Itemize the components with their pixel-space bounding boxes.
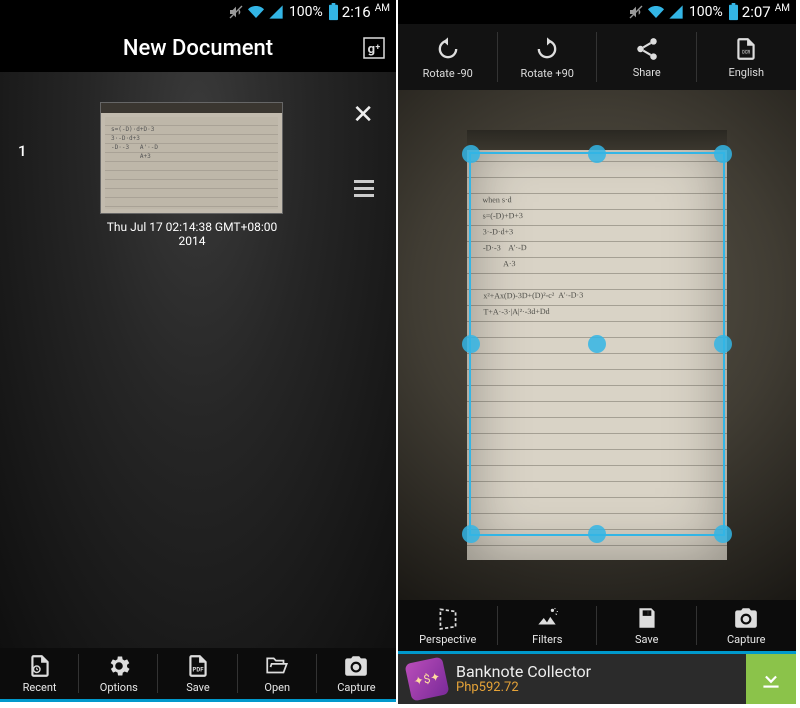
save-label: Save bbox=[635, 633, 659, 646]
status-bar: 100% 2:07 AM bbox=[398, 0, 796, 24]
thumbnail-caption: Thu Jul 17 02:14:38 GMT+08:00 2014 bbox=[92, 220, 292, 248]
floppy-icon bbox=[634, 605, 660, 631]
rotate-minus-90-button[interactable]: Rotate -90 bbox=[398, 24, 498, 90]
ocr-icon: OCR bbox=[733, 36, 759, 62]
ad-price: Php592.72 bbox=[456, 680, 746, 695]
mute-icon bbox=[628, 4, 644, 20]
close-icon[interactable]: ✕ bbox=[352, 102, 374, 128]
folder-open-icon bbox=[264, 653, 290, 679]
capture-label: Capture bbox=[727, 633, 765, 646]
camera-icon bbox=[343, 653, 369, 679]
phone-screen-right: 100% 2:07 AM Rotate -90 Rotate +90 Share… bbox=[398, 0, 796, 706]
svg-text:PDF: PDF bbox=[193, 666, 205, 673]
wifi-icon bbox=[247, 4, 265, 20]
clock-ampm: AM bbox=[375, 3, 390, 14]
bottom-toolbar: Recent Options PDF Save Open Capture bbox=[0, 648, 396, 702]
crop-handle-tc[interactable] bbox=[588, 145, 606, 163]
battery-icon bbox=[728, 3, 739, 21]
menu-icon[interactable] bbox=[354, 180, 374, 197]
rotate-plus-90-button[interactable]: Rotate +90 bbox=[498, 24, 598, 90]
battery-icon bbox=[328, 3, 339, 21]
page-title: New Document bbox=[123, 36, 273, 61]
recent-label: Recent bbox=[23, 681, 57, 694]
recent-icon bbox=[27, 653, 53, 679]
open-button[interactable]: Open bbox=[238, 648, 317, 699]
open-label: Open bbox=[264, 681, 290, 694]
language-button[interactable]: OCR English bbox=[697, 24, 797, 90]
battery-percent: 100% bbox=[289, 4, 323, 20]
crop-handle-ml[interactable] bbox=[462, 335, 480, 353]
thumbnail-image[interactable]: s=(-D)·d+D·33·-D·d+3-D·-3 A'·-D A+3 bbox=[100, 102, 283, 214]
clock-time: 2:07 bbox=[742, 3, 771, 21]
clock-ampm: AM bbox=[775, 3, 790, 14]
recent-button[interactable]: Recent bbox=[0, 648, 79, 699]
share-icon bbox=[634, 36, 660, 62]
rotate-ccw-icon bbox=[434, 35, 462, 63]
save-label: Save bbox=[186, 681, 210, 694]
page-number: 1 bbox=[18, 142, 27, 160]
save-button[interactable]: PDF Save bbox=[158, 648, 237, 699]
wifi-icon bbox=[647, 4, 665, 20]
crop-handle-bc[interactable] bbox=[588, 525, 606, 543]
crop-handle-tr[interactable] bbox=[714, 145, 732, 163]
svg-text:OCR: OCR bbox=[742, 50, 751, 55]
options-label: Options bbox=[100, 681, 138, 694]
ad-app-icon: ✦$✦ bbox=[404, 656, 449, 701]
crop-canvas[interactable]: when s·ds=(-D)+D+33·-D·d+3-D·-3 A'·-D A·… bbox=[398, 90, 796, 600]
signal-icon bbox=[268, 4, 284, 20]
capture-button[interactable]: Capture bbox=[697, 600, 797, 651]
top-toolbar: Rotate -90 Rotate +90 Share OCR English bbox=[398, 24, 796, 90]
crop-handle-br[interactable] bbox=[714, 525, 732, 543]
svg-text:g⁺: g⁺ bbox=[368, 42, 381, 57]
status-bar: 100% 2:16 AM bbox=[0, 0, 396, 24]
options-button[interactable]: Options bbox=[79, 648, 158, 699]
document-thumbnail[interactable]: s=(-D)·d+D·33·-D·d+3-D·-3 A'·-D A+3 Thu … bbox=[100, 102, 290, 248]
pdf-icon: PDF bbox=[185, 653, 211, 679]
perspective-label: Perspective bbox=[419, 633, 476, 646]
share-label: Share bbox=[633, 66, 661, 79]
ad-text: Banknote Collector Php592.72 bbox=[456, 663, 746, 696]
ad-title: Banknote Collector bbox=[456, 663, 746, 681]
crop-handle-bl[interactable] bbox=[462, 525, 480, 543]
language-label: English bbox=[728, 66, 764, 79]
camera-icon bbox=[732, 605, 760, 631]
filters-icon bbox=[533, 605, 561, 631]
perspective-icon bbox=[435, 605, 461, 631]
filters-label: Filters bbox=[532, 633, 562, 646]
filters-button[interactable]: Filters bbox=[498, 600, 598, 651]
save-button[interactable]: Save bbox=[597, 600, 697, 651]
share-button[interactable]: Share bbox=[597, 24, 697, 90]
ad-download-button[interactable] bbox=[746, 654, 796, 704]
gear-icon bbox=[106, 653, 132, 679]
signal-icon bbox=[668, 4, 684, 20]
ad-banner[interactable]: ✦$✦ Banknote Collector Php592.72 bbox=[398, 654, 796, 704]
google-plus-icon[interactable]: g⁺ bbox=[362, 36, 386, 60]
phone-screen-left: 100% 2:16 AM New Document g⁺ 1 s=(-D)·d+… bbox=[0, 0, 398, 706]
clock-time: 2:16 bbox=[342, 3, 371, 21]
bottom-toolbar: Perspective Filters Save Capture bbox=[398, 600, 796, 654]
rotate-minus-label: Rotate -90 bbox=[423, 67, 473, 80]
title-bar: New Document g⁺ bbox=[0, 24, 396, 72]
battery-percent: 100% bbox=[689, 4, 723, 20]
crop-handle-mr[interactable] bbox=[714, 335, 732, 353]
crop-handle-mc[interactable] bbox=[588, 335, 606, 353]
rotate-cw-icon bbox=[533, 35, 561, 63]
capture-label: Capture bbox=[337, 681, 375, 694]
document-list: 1 s=(-D)·d+D·33·-D·d+3-D·-3 A'·-D A+3 Th… bbox=[0, 72, 396, 652]
crop-handle-tl[interactable] bbox=[462, 145, 480, 163]
crop-rectangle[interactable] bbox=[469, 152, 725, 536]
perspective-button[interactable]: Perspective bbox=[398, 600, 498, 651]
capture-button[interactable]: Capture bbox=[317, 648, 396, 699]
rotate-plus-label: Rotate +90 bbox=[521, 67, 574, 80]
mute-icon bbox=[228, 4, 244, 20]
